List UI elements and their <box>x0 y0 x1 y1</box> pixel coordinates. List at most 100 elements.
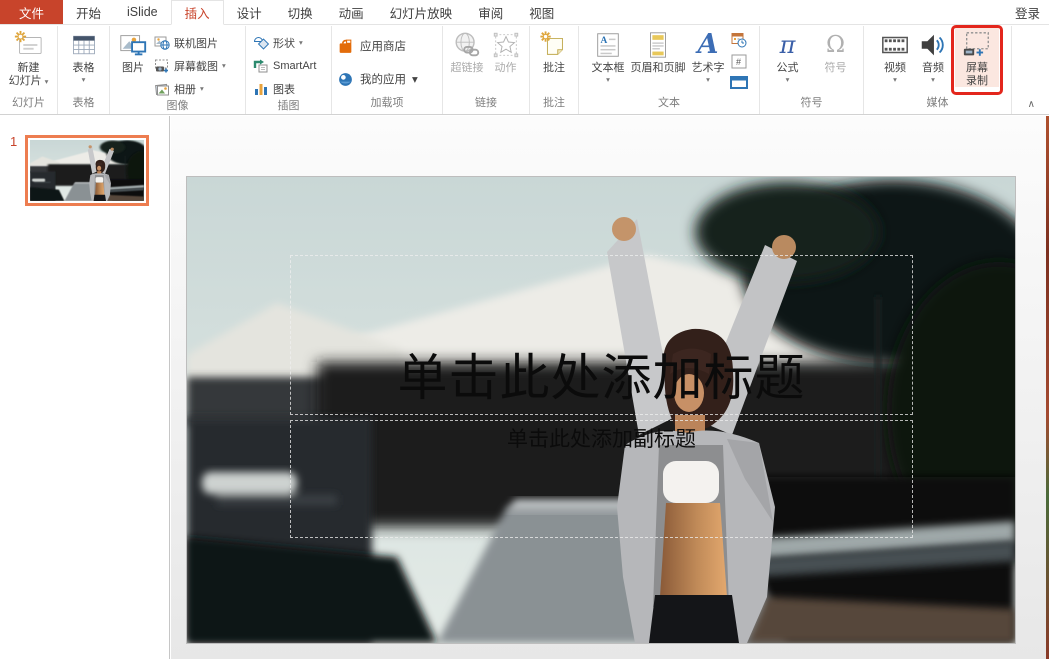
shapes-icon <box>253 35 269 51</box>
smartart-label: SmartArt <box>273 60 316 72</box>
dropdown-arrow-icon: ▾ <box>706 75 710 84</box>
ribbon-group-illustrations: 形状 ▾ SmartArt 图表 插图 <box>246 26 332 114</box>
tab-view[interactable]: 视图 <box>516 0 567 24</box>
subtitle-placeholder[interactable]: 单击此处添加副标题 <box>290 420 913 538</box>
date-time-icon <box>731 32 747 48</box>
content-area: 1 单击此处添加标题 单击此处添加副标题 <box>0 116 1049 659</box>
video-icon <box>879 30 911 60</box>
symbol-label: 符号 <box>825 62 847 75</box>
symbol-button[interactable]: Ω 符号 <box>812 27 860 75</box>
ribbon-group-symbols: π 公式 ▾ Ω 符号 符号 <box>760 26 864 114</box>
equation-button[interactable]: π 公式 ▾ <box>764 27 812 84</box>
ribbon-group-slides: 新建 幻灯片 ▾ 幻灯片 <box>0 26 58 114</box>
chart-button[interactable]: 图表 <box>251 77 318 100</box>
dropdown-arrow-icon: ▾ <box>299 38 303 47</box>
dropdown-arrow-icon: ▾ <box>786 75 790 84</box>
slide-number-icon: # <box>731 54 747 69</box>
tab-insert[interactable]: 插入 <box>171 0 224 25</box>
new-comment-button[interactable]: 批注 <box>535 27 573 75</box>
action-button[interactable]: 动作 <box>487 27 525 75</box>
video-label: 视频 <box>884 62 906 75</box>
audio-icon <box>917 30 949 60</box>
hyperlink-button[interactable]: 超链接 <box>448 27 487 75</box>
ribbon-tab-bar: 文件 开始 iSlide 插入 设计 切换 动画 幻灯片放映 审阅 视图 登录 <box>0 0 1049 25</box>
slide-canvas[interactable]: 单击此处添加标题 单击此处添加副标题 <box>187 177 1015 643</box>
object-button[interactable] <box>730 74 748 90</box>
header-footer-label: 页眉和页脚 <box>631 62 686 75</box>
ribbon-group-text: A 文本框 ▾ 页眉和页脚 A 艺术字 ▾ <box>579 26 760 114</box>
dropdown-arrow-icon: ▾ <box>200 84 204 93</box>
screenshot-label: 屏幕截图 <box>174 58 218 74</box>
new-comment-label: 批注 <box>543 62 565 75</box>
date-time-button[interactable] <box>730 32 748 48</box>
object-icon <box>730 76 748 89</box>
text-box-button[interactable]: A 文本框 ▾ <box>589 27 628 84</box>
hyperlink-icon <box>451 30 483 60</box>
wordart-button[interactable]: A 艺术字 ▾ <box>689 27 728 84</box>
online-pictures-button[interactable]: 联机图片 <box>152 31 228 54</box>
my-apps-icon <box>337 71 354 88</box>
tab-design[interactable]: 设计 <box>224 0 275 24</box>
tab-review[interactable]: 审阅 <box>465 0 516 24</box>
slide-thumbnail-1[interactable] <box>25 135 149 206</box>
header-footer-button[interactable]: 页眉和页脚 <box>628 27 689 75</box>
tab-animations[interactable]: 动画 <box>326 0 377 24</box>
audio-button[interactable]: 音频 ▾ <box>914 27 952 84</box>
screen-recording-button[interactable]: 屏幕 录制 <box>955 27 999 87</box>
photo-album-button[interactable]: 相册 ▾ <box>152 77 228 100</box>
my-apps-label: 我的应用 <box>360 71 406 87</box>
table-button[interactable]: 表格 ▾ <box>65 27 103 84</box>
subtitle-placeholder-text: 单击此处添加副标题 <box>507 423 696 453</box>
tab-file[interactable]: 文件 <box>0 0 63 24</box>
slide-number-button[interactable]: # <box>730 53 748 69</box>
symbol-icon: Ω <box>820 30 852 60</box>
photo-album-icon <box>154 81 170 97</box>
ribbon-group-tables: 表格 ▾ 表格 <box>58 26 110 114</box>
group-label-links: 链接 <box>443 97 529 114</box>
screenshot-icon <box>154 58 170 74</box>
title-placeholder-text: 单击此处添加标题 <box>398 338 806 410</box>
group-label-comments: 批注 <box>530 97 578 114</box>
ribbon-group-addins: 应用商店 我的应用 ▾ 加载项 <box>332 26 443 114</box>
store-button[interactable]: 应用商店 <box>332 34 423 58</box>
wordart-label: 艺术字 <box>692 62 725 75</box>
screenshot-button[interactable]: 屏幕截图 ▾ <box>152 54 228 77</box>
ribbon: 新建 幻灯片 ▾ 幻灯片 表格 ▾ 表格 <box>0 26 1049 115</box>
group-label-addins: 加载项 <box>332 97 442 114</box>
svg-text:#: # <box>736 57 741 67</box>
chart-icon <box>253 81 269 97</box>
action-label: 动作 <box>495 62 517 75</box>
hyperlink-label: 超链接 <box>451 62 484 75</box>
audio-label: 音频 <box>922 62 944 75</box>
title-placeholder[interactable]: 单击此处添加标题 <box>290 255 913 415</box>
login-button[interactable]: 登录 <box>1006 0 1049 24</box>
dropdown-arrow-icon: ▾ <box>412 72 418 86</box>
new-slide-button[interactable]: 新建 幻灯片 ▾ <box>6 27 52 87</box>
screen-recording-icon <box>961 30 993 60</box>
group-label-illustrations: 插图 <box>246 100 331 114</box>
online-pictures-label: 联机图片 <box>174 35 218 51</box>
screen-recording-label-2: 录制 <box>966 75 988 88</box>
store-label: 应用商店 <box>360 38 406 54</box>
smartart-button[interactable]: SmartArt <box>251 54 318 77</box>
tab-home[interactable]: 开始 <box>63 0 114 24</box>
tab-transitions[interactable]: 切换 <box>275 0 326 24</box>
slide-thumbnail-panel: 1 <box>0 116 170 659</box>
chart-label: 图表 <box>273 81 295 97</box>
photo-album-label: 相册 <box>174 81 196 97</box>
tab-slideshow[interactable]: 幻灯片放映 <box>377 0 466 24</box>
ribbon-group-images: 图片 联机图片 屏幕截图 ▾ 相册 ▾ <box>110 26 246 114</box>
dropdown-arrow-icon: ▾ <box>931 75 935 84</box>
slide-number: 1 <box>10 134 17 149</box>
my-apps-button[interactable]: 我的应用 ▾ <box>332 67 423 91</box>
collapse-ribbon-button[interactable]: ∧ <box>1028 99 1035 110</box>
picture-button[interactable]: 图片 <box>114 27 152 75</box>
dropdown-arrow-icon: ▾ <box>893 75 897 84</box>
svg-text:A: A <box>601 36 608 46</box>
shapes-button[interactable]: 形状 ▾ <box>251 31 318 54</box>
tab-islide[interactable]: iSlide <box>114 0 171 24</box>
equation-icon: π <box>772 30 804 60</box>
group-label-media: 媒体 <box>864 97 1011 114</box>
dropdown-arrow-icon: ▾ <box>222 61 226 70</box>
video-button[interactable]: 视频 ▾ <box>876 27 914 84</box>
